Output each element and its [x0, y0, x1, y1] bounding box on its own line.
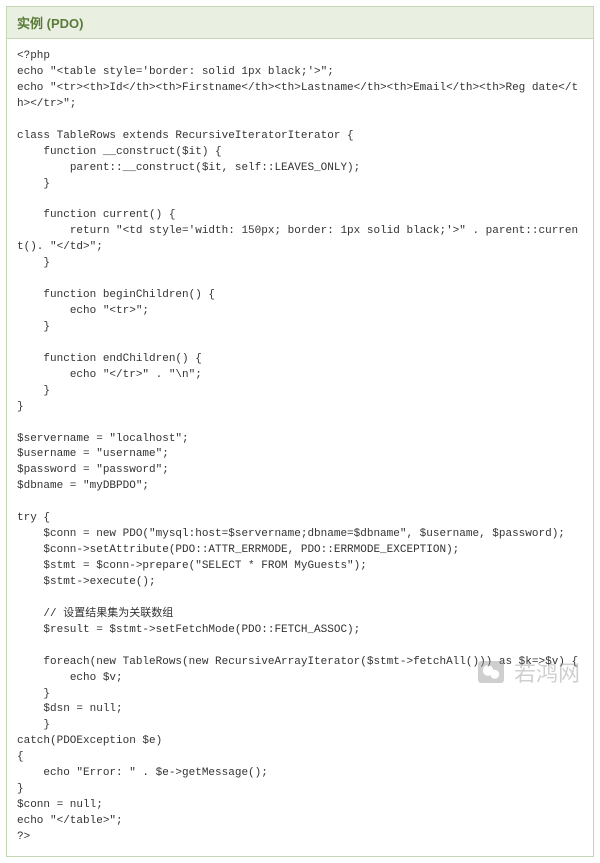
code-block: <?php echo "<table style='border: solid … — [7, 39, 593, 856]
example-title: 实例 (PDO) — [17, 16, 83, 31]
example-container: 实例 (PDO) <?php echo "<table style='borde… — [6, 6, 594, 857]
example-header: 实例 (PDO) — [7, 7, 593, 39]
